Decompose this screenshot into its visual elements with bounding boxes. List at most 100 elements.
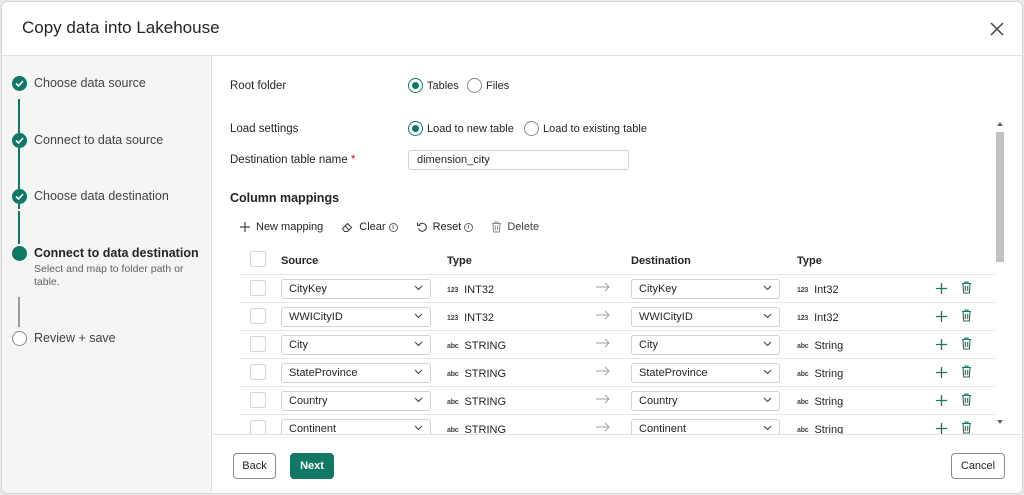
info-icon[interactable]: i [388, 222, 398, 232]
source-column-value: Country [289, 395, 328, 407]
delete-row-icon[interactable] [961, 421, 972, 434]
chevron-down-icon [414, 341, 423, 347]
delete-row-icon[interactable] [961, 393, 972, 406]
destination-column-select[interactable]: Continent [631, 419, 780, 434]
current-step-icon [12, 246, 27, 261]
source-column-value: Continent [289, 423, 337, 434]
source-type: 123 INT32 [447, 284, 494, 296]
table-row: City abc STRING City abc String [239, 331, 995, 359]
required-mark: * [350, 154, 356, 166]
destination-column-select[interactable]: Country [631, 391, 780, 411]
radio-load-new-table[interactable]: Load to new table [408, 121, 514, 136]
destination-column-select[interactable]: CityKey [631, 279, 780, 299]
select-all-checkbox[interactable] [250, 251, 266, 267]
source-type-value: STRING [464, 340, 507, 352]
row-checkbox[interactable] [250, 420, 266, 434]
destination-type: abc String [797, 396, 843, 408]
pending-step-icon [12, 331, 27, 346]
add-row-icon[interactable] [935, 394, 948, 407]
next-button[interactable]: Next [290, 453, 334, 479]
chevron-down-icon [414, 285, 423, 291]
eraser-icon [342, 222, 353, 233]
type-icon: 123 [797, 286, 809, 294]
source-type-value: STRING [464, 396, 507, 408]
scroll-up-icon[interactable] [997, 122, 1003, 126]
add-row-icon[interactable] [935, 310, 948, 323]
delete-row-icon[interactable] [961, 337, 972, 350]
header-source: Source [281, 255, 319, 267]
info-icon[interactable]: i [464, 222, 474, 232]
back-button[interactable]: Back [233, 453, 276, 479]
cancel-button[interactable]: Cancel [951, 453, 1005, 479]
type-icon: abc [447, 342, 459, 350]
chevron-down-icon [763, 369, 772, 375]
header-destination-type: Type [797, 255, 822, 267]
type-icon: abc [797, 398, 809, 406]
source-type-value: INT32 [464, 284, 495, 296]
source-column-select[interactable]: City [281, 335, 431, 355]
delete-row-icon[interactable] [961, 309, 972, 322]
delete-row-icon[interactable] [961, 281, 972, 294]
new-mapping-button[interactable]: New mapping [239, 221, 323, 233]
source-column-select[interactable]: CityKey [281, 279, 431, 299]
source-type-value: INT32 [464, 312, 495, 324]
add-row-icon[interactable] [935, 338, 948, 351]
destination-type-value: String [814, 396, 844, 408]
copy-data-dialog: Copy data into Lakehouse Choose data sou… [1, 1, 1023, 494]
row-checkbox[interactable] [250, 336, 266, 352]
delete-row-icon[interactable] [961, 365, 972, 378]
source-column-select[interactable]: Country [281, 391, 431, 411]
reset-label: Reset [432, 221, 462, 233]
table-row: WWICityID 123 INT32 WWICityID 123 Int32 [239, 303, 995, 331]
source-type: abc STRING [447, 396, 506, 408]
row-checkbox[interactable] [250, 308, 266, 324]
destination-type-value: String [814, 424, 844, 434]
dialog-footer: Back Next Cancel [213, 434, 1022, 493]
arrow-right-icon [596, 338, 610, 348]
add-row-icon[interactable] [935, 422, 948, 434]
source-type-value: STRING [464, 368, 507, 380]
add-row-icon[interactable] [935, 366, 948, 379]
radio-selected-icon [408, 78, 423, 93]
delete-button[interactable]: Delete [491, 221, 539, 233]
chevron-down-icon [414, 313, 423, 319]
source-type-value: STRING [464, 424, 507, 434]
vertical-scrollbar[interactable] [994, 118, 1006, 428]
radio-files[interactable]: Files [467, 78, 509, 93]
type-icon: abc [447, 426, 459, 434]
row-checkbox[interactable] [250, 364, 266, 380]
row-checkbox[interactable] [250, 280, 266, 296]
source-type: 123 INT32 [447, 312, 494, 324]
source-column-select[interactable]: StateProvince [281, 363, 431, 383]
scrollbar-thumb[interactable] [996, 132, 1004, 262]
destination-table-input[interactable]: dimension_city [408, 150, 629, 170]
clear-label: Clear [359, 221, 386, 233]
source-column-select[interactable]: Continent [281, 419, 431, 434]
row-checkbox[interactable] [250, 392, 266, 408]
table-row: Country abc STRING Country abc String [239, 387, 995, 415]
destination-column-value: Country [639, 395, 678, 407]
source-column-select[interactable]: WWICityID [281, 307, 431, 327]
scroll-down-icon[interactable] [997, 420, 1003, 424]
destination-column-value: Continent [639, 423, 687, 434]
destination-column-select[interactable]: WWICityID [631, 307, 780, 327]
root-folder-label: Root folder [230, 80, 287, 92]
radio-tables[interactable]: Tables [408, 78, 459, 93]
radio-load-existing-table[interactable]: Load to existing table [524, 121, 647, 136]
close-icon[interactable] [988, 20, 1006, 38]
new-mapping-label: New mapping [256, 221, 324, 233]
destination-column-select[interactable]: City [631, 335, 780, 355]
chevron-down-icon [763, 285, 772, 291]
destination-type: abc String [797, 368, 843, 380]
reset-button[interactable]: Reset i [416, 221, 474, 233]
wizard-steps: Choose data source Connect to data sourc… [2, 56, 212, 493]
step-label: Review + save [34, 331, 116, 345]
clear-button[interactable]: Clear i [341, 221, 398, 233]
destination-type: abc String [797, 424, 843, 434]
step-label: Connect to data source [34, 133, 164, 147]
destination-column-select[interactable]: StateProvince [631, 363, 780, 383]
chevron-down-icon [414, 369, 423, 375]
chevron-down-icon [763, 425, 772, 431]
reset-icon [416, 222, 427, 232]
add-row-icon[interactable] [935, 282, 948, 295]
